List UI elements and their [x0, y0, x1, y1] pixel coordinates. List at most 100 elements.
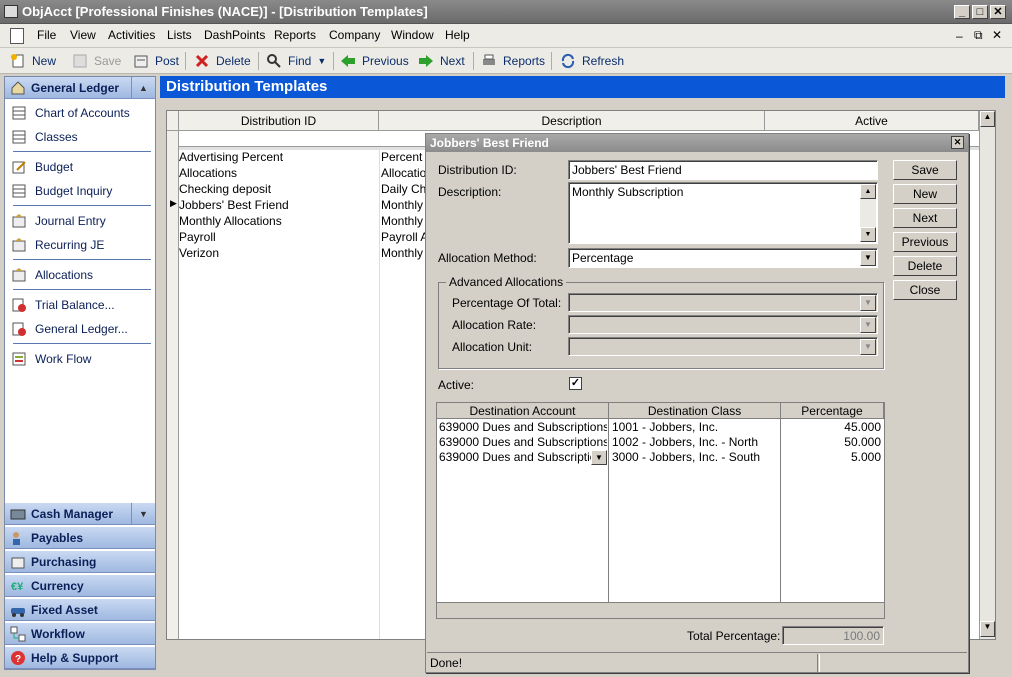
- menu-activities[interactable]: Activities: [108, 28, 155, 42]
- menu-file[interactable]: File: [37, 28, 56, 42]
- chevron-down-icon[interactable]: ▼: [860, 317, 876, 333]
- close-button[interactable]: Close: [893, 280, 957, 300]
- percentage-cell[interactable]: 5.000: [783, 450, 881, 465]
- menu-window[interactable]: Window: [391, 28, 434, 42]
- previous-label: Previous: [362, 54, 409, 68]
- mdi-minimize-icon[interactable]: –: [956, 29, 963, 43]
- table-row[interactable]: Advertising Percent: [179, 150, 283, 166]
- close-window-button[interactable]: ✕: [990, 5, 1006, 19]
- previous-button[interactable]: Previous: [893, 232, 957, 252]
- allocation-method-select[interactable]: Percentage ▼: [568, 248, 878, 268]
- column-header-active[interactable]: Active: [765, 111, 979, 131]
- distribution-id-field[interactable]: Jobbers' Best Friend: [568, 160, 878, 180]
- allocation-unit-select[interactable]: ▼: [568, 337, 878, 356]
- scroll-up-icon[interactable]: ▲: [980, 111, 995, 127]
- percentage-cell[interactable]: 50.000: [783, 435, 881, 450]
- destination-grid-footer: [437, 602, 884, 618]
- module-workflow[interactable]: Workflow: [5, 623, 155, 645]
- percentage-cell[interactable]: 45.000: [783, 420, 881, 435]
- description-scrollbar[interactable]: ▲ ▼: [860, 184, 876, 242]
- destination-class-cell[interactable]: 1002 - Jobbers, Inc. - North: [612, 435, 778, 450]
- minimize-button[interactable]: _: [954, 5, 970, 19]
- dialog-title: Jobbers' Best Friend ✕: [426, 134, 968, 152]
- sidebar-item-recurring-je[interactable]: Recurring JE: [35, 238, 104, 252]
- post-label: Post: [155, 54, 180, 68]
- module-purchasing[interactable]: Purchasing: [5, 551, 155, 573]
- destination-account-cell[interactable]: 639000 Dues and Subscriptions: [439, 435, 607, 450]
- sidebar-item-work-flow[interactable]: Work Flow: [35, 352, 91, 366]
- column-header-distribution-id[interactable]: Distribution ID: [179, 111, 379, 131]
- sidebar-item-trial-balance[interactable]: Trial Balance...: [35, 298, 115, 312]
- menu-lists[interactable]: Lists: [167, 28, 192, 42]
- chevron-down-icon[interactable]: ▼: [131, 503, 155, 524]
- sidebar-item-budget-inquiry[interactable]: Budget Inquiry: [35, 184, 112, 198]
- menu-dashpoints[interactable]: DashPoints: [204, 28, 265, 42]
- destination-class-cell[interactable]: 3000 - Jobbers, Inc. - South: [612, 450, 778, 465]
- table-row[interactable]: Payroll: [179, 230, 216, 246]
- menu-company[interactable]: Company: [329, 28, 380, 42]
- allocation-rate-select[interactable]: ▼: [568, 315, 878, 334]
- new-button[interactable]: New: [10, 51, 56, 71]
- maximize-button[interactable]: □: [972, 5, 988, 19]
- module-cash-manager[interactable]: Cash Manager ▼: [5, 503, 155, 525]
- sidebar-item-chart-of-accounts[interactable]: Chart of Accounts: [35, 106, 130, 120]
- mdi-restore-icon[interactable]: ⧉: [974, 28, 983, 43]
- delete-button[interactable]: Delete: [893, 256, 957, 276]
- status-text: Done!: [430, 656, 463, 670]
- module-label: Purchasing: [31, 555, 97, 569]
- sidebar-item-budget[interactable]: Budget: [35, 160, 73, 174]
- percentage-of-total-select[interactable]: ▼: [568, 293, 878, 312]
- sidebar-header-general-ledger[interactable]: General Ledger ▲: [5, 77, 155, 99]
- app-icon: [4, 5, 18, 18]
- previous-button[interactable]: Previous: [340, 51, 409, 71]
- table-row[interactable]: Monthly Allocations: [179, 214, 282, 230]
- table-row[interactable]: Jobbers' Best Friend: [179, 198, 289, 214]
- column-header-description[interactable]: Description: [379, 111, 765, 131]
- delete-button[interactable]: Delete: [194, 51, 251, 71]
- table-row[interactable]: Checking deposit: [179, 182, 271, 198]
- next-button[interactable]: Next: [418, 51, 465, 71]
- sidebar-item-journal-entry[interactable]: Journal Entry: [35, 214, 106, 228]
- post-button[interactable]: Post: [133, 51, 179, 71]
- grid-scrollbar[interactable]: ▲ ▼: [979, 111, 995, 639]
- window-titlebar: ObjAcct [Professional Finishes (NACE)] -…: [0, 0, 1012, 24]
- table-row[interactable]: Verizon: [179, 246, 219, 262]
- column-header-destination-account[interactable]: Destination Account: [437, 403, 609, 419]
- menu-help[interactable]: Help: [445, 28, 470, 42]
- save-button[interactable]: Save: [72, 51, 121, 71]
- module-currency[interactable]: €¥ Currency: [5, 575, 155, 597]
- next-button[interactable]: Next: [893, 208, 957, 228]
- module-help-support[interactable]: ? Help & Support: [5, 647, 155, 669]
- description-field[interactable]: Monthly Subscription ▲ ▼: [568, 182, 878, 244]
- module-fixed-asset[interactable]: Fixed Asset: [5, 599, 155, 621]
- menu-view[interactable]: View: [70, 28, 96, 42]
- sidebar-item-general-ledger[interactable]: General Ledger...: [35, 322, 128, 336]
- mdi-close-icon[interactable]: ✕: [992, 28, 1002, 42]
- sidebar-item-allocations[interactable]: Allocations: [35, 268, 93, 282]
- destination-account-cell[interactable]: 639000 Dues and Subscriptio: [439, 450, 591, 465]
- destination-account-cell[interactable]: 639000 Dues and Subscriptions: [439, 420, 607, 435]
- chevron-up-icon[interactable]: ▲: [131, 77, 155, 98]
- chevron-down-icon[interactable]: ▼: [591, 450, 607, 465]
- table-row[interactable]: Allocations: [179, 166, 237, 182]
- scroll-up-icon[interactable]: ▲: [860, 184, 876, 199]
- column-header-percentage[interactable]: Percentage: [781, 403, 884, 419]
- column-header-destination-class[interactable]: Destination Class: [609, 403, 781, 419]
- chevron-down-icon[interactable]: ▼: [860, 339, 876, 355]
- menu-reports[interactable]: Reports: [274, 28, 316, 42]
- reports-button[interactable]: Reports: [481, 51, 545, 71]
- active-checkbox[interactable]: ✓: [569, 377, 582, 390]
- chevron-down-icon[interactable]: ▼: [860, 295, 876, 311]
- find-button[interactable]: Find ▼: [266, 51, 326, 71]
- refresh-button[interactable]: Refresh: [560, 51, 624, 71]
- destination-class-cell[interactable]: 1001 - Jobbers, Inc.: [612, 420, 778, 435]
- sidebar-item-classes[interactable]: Classes: [35, 130, 78, 144]
- scroll-down-icon[interactable]: ▼: [860, 227, 876, 242]
- close-icon[interactable]: ✕: [951, 136, 964, 149]
- people-icon: [10, 530, 26, 546]
- module-payables[interactable]: Payables: [5, 527, 155, 549]
- chevron-down-icon[interactable]: ▼: [860, 250, 876, 266]
- new-button[interactable]: New: [893, 184, 957, 204]
- save-button[interactable]: Save: [893, 160, 957, 180]
- scroll-down-icon[interactable]: ▼: [980, 621, 995, 637]
